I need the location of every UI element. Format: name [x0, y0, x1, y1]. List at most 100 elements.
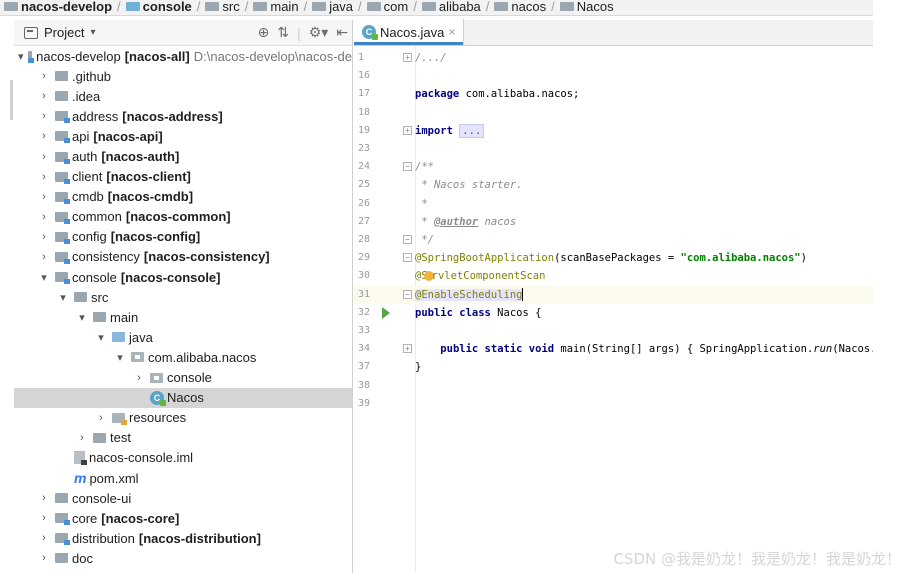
chevron-down-icon[interactable]: ▾ — [113, 351, 127, 364]
breadcrumb-item[interactable]: console — [125, 0, 192, 14]
tree-item[interactable]: › .github — [14, 66, 352, 86]
tree-item[interactable]: › console — [14, 368, 352, 388]
chevron-right-icon[interactable]: › — [37, 171, 51, 183]
chevron-down-icon[interactable]: ▾ — [90, 27, 95, 38]
code-line[interactable]: 18 — [354, 104, 873, 122]
chevron-right-icon[interactable]: › — [37, 512, 51, 524]
code-line[interactable]: 28 − */ — [354, 231, 873, 249]
chevron-right-icon[interactable]: › — [37, 70, 51, 82]
code-line[interactable]: 39 — [354, 395, 873, 413]
tree-item-label: .idea — [72, 88, 101, 104]
tree-item[interactable]: › doc — [14, 548, 352, 568]
tree-item[interactable]: › distribution [nacos-distribution] — [14, 528, 352, 548]
right-strip — [873, 0, 907, 573]
chevron-down-icon[interactable]: ▾ — [18, 50, 24, 63]
code-line[interactable]: 31 − @EnableScheduling — [354, 285, 873, 304]
close-icon[interactable]: × — [448, 25, 455, 39]
tree-item[interactable]: › test — [14, 428, 352, 448]
expand-fold-icon[interactable]: + — [403, 53, 412, 62]
tree-item[interactable]: ▾ src — [14, 287, 352, 307]
code-text: import ... — [415, 122, 485, 140]
tree-item[interactable]: ▾ com.alibaba.nacos — [14, 347, 352, 367]
chevron-down-icon[interactable]: ▾ — [37, 271, 51, 284]
tree-item[interactable]: nacos-console.iml — [14, 448, 352, 468]
tree-item[interactable]: ▾ nacos-develop [nacos-all] D:\nacos-develo… — [14, 46, 352, 66]
code-line[interactable]: 24 −/** — [354, 158, 873, 176]
collapse-fold-icon[interactable]: − — [403, 162, 412, 172]
breadcrumb-item[interactable]: nacos-develop — [4, 0, 112, 14]
breadcrumb-item[interactable]: main — [253, 0, 299, 14]
chevron-down-icon[interactable]: ▾ — [75, 311, 89, 324]
code-line[interactable]: 17 package com.alibaba.nacos; — [354, 85, 873, 103]
chevron-right-icon[interactable]: › — [37, 151, 51, 163]
tree-item[interactable]: › console-ui — [14, 488, 352, 508]
collapse-fold-icon[interactable]: − — [403, 235, 412, 244]
code-line[interactable]: 16 — [354, 67, 873, 85]
tree-item[interactable]: ▾ console [nacos-console] — [14, 267, 352, 287]
tree-item[interactable]: › cmdb [nacos-cmdb] — [14, 187, 352, 207]
run-icon[interactable] — [382, 306, 390, 319]
tree-item[interactable]: › api [nacos-api] — [14, 126, 352, 146]
breadcrumb-item[interactable]: nacos — [494, 0, 546, 14]
code-line[interactable]: 27 * @author nacos — [354, 213, 873, 231]
breadcrumb-item[interactable]: src — [205, 0, 240, 14]
tree-item[interactable]: › consistency [nacos-consistency] — [14, 247, 352, 267]
chevron-right-icon[interactable]: › — [37, 130, 51, 142]
chevron-right-icon[interactable]: › — [37, 110, 51, 122]
expand-fold-icon[interactable]: + — [403, 125, 412, 135]
chevron-down-icon[interactable]: ▾ — [56, 291, 70, 304]
tree-item[interactable]: › common [nacos-common] — [14, 207, 352, 227]
tree-item[interactable]: ▾ java — [14, 327, 352, 347]
chevron-right-icon[interactable]: › — [37, 211, 51, 223]
hide-icon[interactable]: ⇤ — [336, 24, 348, 41]
gear-icon[interactable]: ⚙▾ — [309, 24, 329, 41]
tree-item[interactable]: › .idea — [14, 86, 352, 106]
chevron-right-icon[interactable]: › — [37, 251, 51, 263]
tree-item[interactable]: › resources — [14, 408, 352, 428]
chevron-right-icon[interactable]: › — [37, 231, 51, 243]
module-folder-icon — [55, 151, 70, 164]
tree-item[interactable]: C Nacos — [14, 387, 352, 408]
collapse-icon[interactable]: ⇅ — [277, 24, 289, 41]
chevron-right-icon[interactable]: › — [94, 412, 108, 424]
code-line[interactable]: 26 * — [354, 195, 873, 213]
expand-fold-icon[interactable]: + — [403, 344, 412, 354]
code-line[interactable]: 32 public class Nacos { — [354, 304, 873, 322]
code-line[interactable]: 19 + import ... — [354, 122, 873, 140]
collapse-fold-icon[interactable]: − — [403, 289, 412, 299]
tab-nacos-java[interactable]: C Nacos.java × — [354, 19, 465, 45]
chevron-right-icon[interactable]: › — [37, 191, 51, 203]
code-editor[interactable]: 1 +/.../16 17 package com.alibaba.nacos; 18 1… — [354, 46, 873, 573]
tree-item[interactable]: › auth [nacos-auth] — [14, 146, 352, 166]
code-line[interactable]: 38 — [354, 377, 873, 395]
code-line[interactable]: 30 @S rvletComponentScan — [354, 267, 873, 285]
code-line[interactable]: 23 — [354, 140, 873, 158]
chevron-right-icon[interactable]: › — [37, 552, 51, 564]
tree-item-label: distribution — [72, 530, 135, 546]
breadcrumb-item[interactable]: Nacos — [559, 0, 614, 14]
chevron-right-icon[interactable]: › — [37, 90, 51, 102]
code-text: @SpringBootApplication(scanBasePackages … — [415, 252, 807, 265]
breadcrumb-item[interactable]: com — [366, 0, 408, 14]
locate-icon[interactable]: ⊕ — [258, 24, 270, 41]
breadcrumb-item[interactable]: alibaba — [421, 0, 481, 14]
tree-item[interactable]: m pom.xml — [14, 468, 352, 488]
tree-item[interactable]: › core [nacos-core] — [14, 508, 352, 528]
code-line[interactable]: 1 +/.../ — [354, 49, 873, 67]
code-line[interactable]: 29 − @SpringBootApplication(scanBasePackag… — [354, 249, 873, 267]
chevron-right-icon[interactable]: › — [132, 372, 146, 384]
code-line[interactable]: 25 * Nacos starter. — [354, 176, 873, 194]
tree-item[interactable]: ▾ main — [14, 307, 352, 327]
collapse-fold-icon[interactable]: − — [403, 253, 412, 263]
code-line[interactable]: 37} — [354, 358, 873, 376]
chevron-right-icon[interactable]: › — [75, 432, 89, 444]
tree-item[interactable]: › address [nacos-address] — [14, 106, 352, 126]
chevron-down-icon[interactable]: ▾ — [94, 331, 108, 344]
chevron-right-icon[interactable]: › — [37, 492, 51, 504]
chevron-right-icon[interactable]: › — [37, 532, 51, 544]
code-line[interactable]: 34 + public static void main(String[] arg… — [354, 340, 873, 358]
tree-item[interactable]: › client [nacos-client] — [14, 167, 352, 187]
tree-item[interactable]: › config [nacos-config] — [14, 227, 352, 247]
breadcrumb-item[interactable]: java — [312, 0, 353, 14]
code-line[interactable]: 33 — [354, 322, 873, 340]
